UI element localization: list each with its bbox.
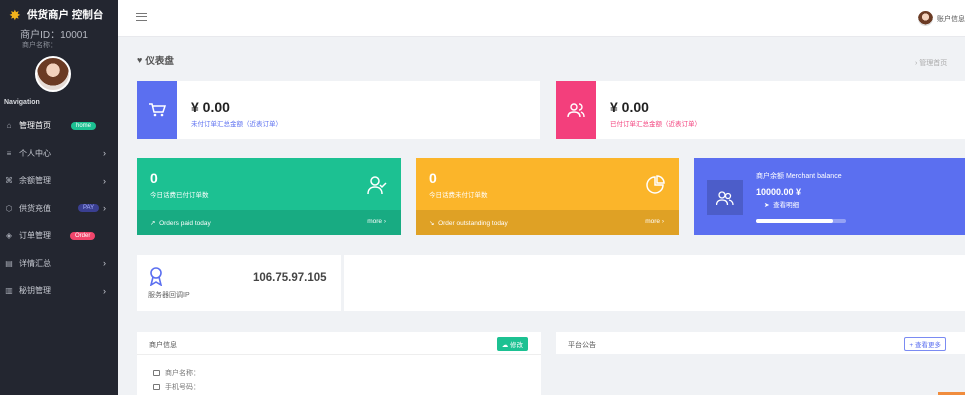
layers-icon: ◈	[5, 231, 13, 241]
order-badge: Order	[70, 231, 96, 240]
monitor-icon	[153, 370, 160, 376]
user-check-icon	[367, 176, 387, 195]
chevron-right-icon: ›	[103, 203, 106, 214]
outstanding-today-label: 今日话费未付订单数	[429, 192, 488, 199]
nav-heading: Navigation	[4, 99, 40, 106]
page-title: ♥ 仪表盘	[137, 53, 174, 67]
more-link[interactable]: more ›	[367, 218, 386, 225]
sidebar-item-label: 详情汇总	[19, 258, 51, 268]
sidebar-item-profile[interactable]: ≡ 个人中心 ›	[0, 140, 118, 168]
sidebar-item-home[interactable]: ⌂ 管理首页 home	[0, 112, 118, 140]
outstanding-today-footer: ↘ Order outstanding today more ›	[416, 210, 679, 235]
balance-value: 10000.00 ¥	[756, 187, 802, 197]
merchant-id: 商户ID：10001	[20, 30, 88, 41]
merchant-name: 商户名称：	[22, 42, 57, 49]
more-link[interactable]: more ›	[645, 218, 664, 225]
home-icon: ⌂	[6, 121, 12, 131]
sidebar-item-label: 个人中心	[19, 148, 51, 158]
server-ip-value: 106.75.97.105	[253, 272, 327, 284]
server-ip-card: 服务器回调IP 106.75.97.105	[137, 255, 341, 311]
page-title-text: 仪表盘	[145, 56, 174, 67]
sidebar: ✸ 供货商户 控制台 商户ID：10001 商户名称： Navigation ⌂…	[0, 0, 118, 395]
users-icon	[556, 81, 596, 139]
outstanding-today-card: 0 今日话费未付订单数 ↘ Order outstanding today mo…	[416, 158, 679, 235]
avatar	[918, 11, 933, 26]
menu-toggle-icon[interactable]	[136, 13, 147, 21]
cart-icon	[137, 81, 177, 139]
paid-today-card: 0 今日话费已付订单数 ↗ Orders paid today more ›	[137, 158, 401, 235]
balance-progress	[756, 219, 846, 223]
panel-header: 平台公告 + 查看更多	[556, 332, 965, 355]
heart-icon: ♥	[137, 55, 143, 65]
box-icon: ⬡	[5, 203, 13, 213]
user-name: 账户信息	[937, 15, 965, 23]
chevron-right-icon: ›	[103, 285, 106, 296]
field-phone: 手机号码：	[153, 382, 200, 392]
chevron-right-icon: ›	[103, 148, 106, 159]
pie-chart-icon	[646, 175, 665, 194]
users-icon	[707, 180, 743, 215]
chevron-right-icon: ›	[103, 175, 106, 186]
sidebar-item-label: 秘钥管理	[19, 286, 51, 296]
sidebar-item-recharge[interactable]: ⬡ 供货充值 PAY ›	[0, 195, 118, 223]
chevron-right-icon: ›	[103, 258, 106, 269]
brand-title: 供货商户 控制台	[27, 9, 104, 21]
balance-detail-link[interactable]: ➤ 查看明细	[764, 199, 799, 209]
edit-button[interactable]: ☁ 修改	[496, 337, 528, 351]
unpaid-total-card: ¥ 0.00 未付订单汇总金额（近表订单）	[137, 81, 540, 139]
sidebar-item-label: 订单管理	[19, 231, 51, 241]
merchant-info-panel: 商户信息 ☁ 修改 商户名称： 手机号码：	[137, 332, 541, 395]
sidebar-item-balance[interactable]: ⌘ 余额管理 ›	[0, 167, 118, 195]
balance-card: 商户余额 Merchant balance 10000.00 ¥ ➤ 查看明细	[694, 158, 965, 235]
paid-amount: ¥ 0.00	[610, 99, 649, 115]
gear-logo-icon: ✸	[9, 6, 21, 23]
server-ip-label: 服务器回调IP	[148, 292, 190, 299]
panel-title: 商户信息	[149, 342, 177, 349]
sidebar-item-keys[interactable]: ▥ 秘钥管理 ›	[0, 277, 118, 305]
trend-up-label: ↗ Orders paid today	[150, 220, 211, 227]
home-badge: home	[71, 121, 97, 130]
unpaid-amount: ¥ 0.00	[191, 99, 230, 115]
paid-desc: 已付订单汇总金额（近表订单）	[610, 121, 701, 128]
paid-total-card: ¥ 0.00 已付订单汇总金额（近表订单）	[556, 81, 965, 139]
view-more-button[interactable]: + 查看更多	[904, 337, 946, 351]
breadcrumb[interactable]: › 管理首页	[915, 58, 947, 68]
trend-down-label: ↘ Order outstanding today	[429, 220, 508, 227]
sidebar-item-label: 管理首页	[19, 121, 51, 131]
pay-badge: PAY	[78, 204, 100, 213]
monitor-icon	[153, 384, 160, 390]
balance-title: 商户余额 Merchant balance	[756, 173, 842, 180]
user-menu[interactable]: 账户信息	[918, 11, 965, 26]
paid-today-footer: ↗ Orders paid today more ›	[137, 210, 401, 235]
sidebar-item-summary[interactable]: ▤ 详情汇总 ›	[0, 250, 118, 278]
server-ip-filler	[344, 255, 965, 311]
panel-header: 商户信息 ☁ 修改	[137, 332, 541, 355]
unpaid-desc: 未付订单汇总金额（近表订单）	[191, 121, 282, 128]
paid-today-label: 今日话费已付订单数	[150, 192, 209, 199]
panel-title: 平台公告	[568, 342, 596, 349]
document-icon: ▤	[5, 258, 13, 268]
award-icon	[149, 267, 163, 286]
list-icon: ≡	[6, 148, 12, 158]
outstanding-today-count: 0	[429, 170, 437, 186]
sidebar-item-label: 供货充值	[19, 203, 51, 213]
paid-today-count: 0	[150, 170, 158, 186]
field-merchant-name: 商户名称：	[153, 368, 200, 378]
command-icon: ⌘	[5, 176, 13, 186]
announcement-panel: 平台公告 + 查看更多	[556, 332, 965, 354]
sidebar-nav: ⌂ 管理首页 home ≡ 个人中心 › ⌘ 余额管理 › ⬡ 供货充值 PAY…	[0, 112, 118, 305]
map-icon: ▥	[5, 286, 13, 296]
topbar: 账户信息	[118, 0, 965, 37]
brand[interactable]: ✸ 供货商户 控制台	[9, 7, 103, 22]
avatar[interactable]	[35, 56, 71, 92]
sidebar-item-label: 余额管理	[19, 176, 51, 186]
sidebar-item-orders[interactable]: ◈ 订单管理 Order	[0, 222, 118, 250]
